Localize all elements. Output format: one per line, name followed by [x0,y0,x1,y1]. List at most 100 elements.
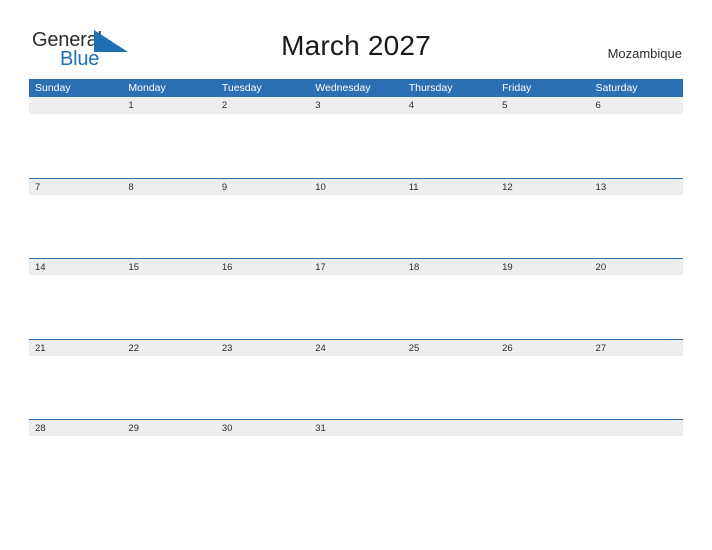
day-event-area[interactable] [29,355,123,419]
day-event-area[interactable] [122,436,216,499]
day-cell[interactable]: 31 [309,419,403,500]
day-cell[interactable] [589,419,683,500]
calendar-week-row: 1 2 3 4 5 6 [29,97,683,178]
day-number: 10 [309,177,403,195]
day-number [402,419,497,436]
calendar-week-row: 28 29 30 31 [29,419,683,500]
weekday-header-monday: Monday [128,82,166,94]
day-number: 18 [402,258,497,275]
day-event-area[interactable] [215,436,310,499]
day-event-area[interactable] [309,355,403,419]
day-cell[interactable]: 29 [122,419,216,500]
day-event-area[interactable] [29,275,123,338]
day-cell[interactable]: 3 [309,97,403,178]
day-cell[interactable]: 12 [496,177,590,258]
day-event-area[interactable] [215,355,310,419]
day-number: 5 [496,97,590,114]
day-cell[interactable]: 28 [29,419,123,500]
day-cell[interactable]: 14 [29,258,123,339]
day-event-area[interactable] [122,275,216,338]
calendar-week-row: 7 8 9 10 11 12 13 [29,177,683,258]
day-number: 13 [589,177,683,195]
day-number: 17 [309,258,403,275]
day-event-area[interactable] [29,194,123,258]
day-event-area[interactable] [309,194,403,258]
day-cell[interactable]: 2 [215,97,310,178]
day-cell[interactable]: 21 [29,338,123,419]
day-cell[interactable]: 20 [589,258,683,339]
day-event-area[interactable] [402,436,497,499]
day-cell[interactable]: 6 [589,97,683,178]
day-cell[interactable]: 8 [122,177,216,258]
day-event-area[interactable] [402,114,497,177]
day-cell[interactable] [29,97,123,178]
calendar-week-row: 14 15 16 17 18 19 20 [29,258,683,339]
day-cell[interactable]: 15 [122,258,216,339]
day-event-area[interactable] [589,275,683,338]
day-cell[interactable] [402,419,497,500]
day-number: 31 [309,419,403,436]
day-number: 28 [29,419,123,436]
day-cell[interactable]: 30 [215,419,310,500]
day-cell[interactable]: 16 [215,258,310,339]
day-number: 3 [309,97,403,114]
day-cell[interactable]: 11 [402,177,497,258]
day-event-area[interactable] [496,355,590,419]
day-cell[interactable]: 5 [496,97,590,178]
day-number: 6 [589,97,683,114]
day-cell[interactable]: 26 [496,338,590,419]
day-event-area[interactable] [122,114,216,177]
day-event-area[interactable] [496,114,590,177]
weekday-header-thursday: Thursday [408,82,453,94]
day-cell[interactable]: 23 [215,338,310,419]
day-event-area[interactable] [215,114,310,177]
day-number: 12 [496,177,590,195]
day-cell[interactable]: 4 [402,97,497,178]
day-event-area[interactable] [215,194,310,258]
day-number [496,419,590,436]
day-number: 1 [122,97,216,114]
day-cell[interactable]: 27 [589,338,683,419]
day-event-area[interactable] [309,114,403,177]
day-event-area[interactable] [589,114,683,177]
day-cell[interactable]: 13 [589,177,683,258]
day-event-area[interactable] [402,355,497,419]
day-event-area[interactable] [496,275,590,338]
day-event-area[interactable] [309,436,403,499]
day-event-area[interactable] [402,275,497,338]
day-cell[interactable]: 25 [402,338,497,419]
day-number: 20 [589,258,683,275]
day-cell[interactable]: 24 [309,338,403,419]
day-number: 22 [122,338,216,356]
day-event-area[interactable] [589,436,683,499]
day-cell[interactable]: 10 [309,177,403,258]
day-event-area[interactable] [589,355,683,419]
day-cell[interactable] [496,419,590,500]
day-cell[interactable]: 17 [309,258,403,339]
weekday-header-friday: Friday [502,82,532,94]
day-number: 7 [29,177,123,195]
day-cell[interactable]: 9 [215,177,310,258]
day-number [589,419,683,436]
day-event-area[interactable] [496,436,590,499]
day-event-area[interactable] [29,436,123,499]
day-number: 30 [215,419,310,436]
day-event-area[interactable] [589,194,683,258]
day-cell[interactable]: 18 [402,258,497,339]
day-event-area[interactable] [215,275,310,338]
day-cell[interactable]: 7 [29,177,123,258]
day-cell[interactable]: 22 [122,338,216,419]
weekday-header-sunday: Sunday [35,82,71,94]
day-event-area[interactable] [122,194,216,258]
day-cell[interactable]: 19 [496,258,590,339]
day-number: 19 [496,258,590,275]
day-number: 29 [122,419,216,436]
day-event-area[interactable] [29,114,123,177]
weekday-header-saturday: Saturday [595,82,638,94]
day-event-area[interactable] [309,275,403,338]
day-number: 21 [29,338,123,356]
day-cell[interactable]: 1 [122,97,216,178]
day-event-area[interactable] [402,194,497,258]
day-event-area[interactable] [496,194,590,258]
day-event-area[interactable] [122,355,216,419]
